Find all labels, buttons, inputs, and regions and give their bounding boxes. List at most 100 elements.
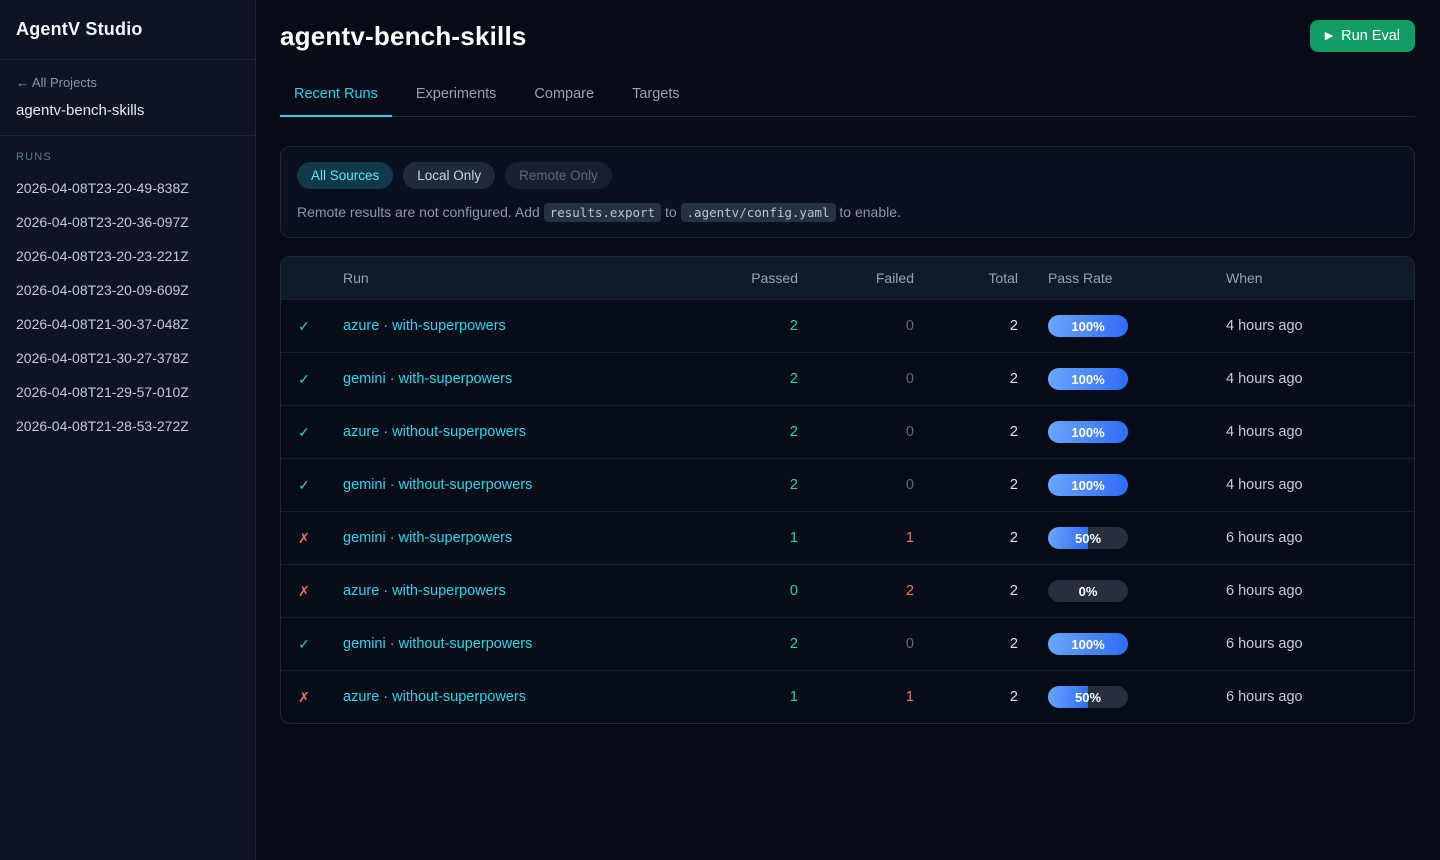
row-status-icon: ✓ (298, 318, 310, 334)
runs-section-label: RUNS (16, 151, 239, 163)
row-status-icon: ✗ (298, 530, 310, 546)
sidebar-header: AgentV Studio (0, 0, 255, 60)
total-value: 2 (1010, 424, 1018, 440)
sidebar-item-run[interactable]: 2026-04-08T23-20-09-609Z (16, 273, 239, 307)
when-cell: 4 hours ago (1206, 459, 1414, 512)
filter-pill-local-only[interactable]: Local Only (403, 162, 495, 189)
column-header-status (281, 257, 327, 300)
when-value: 4 hours ago (1226, 318, 1303, 334)
status-cell: ✗ (281, 565, 327, 618)
pass-rate-label: 100% (1071, 478, 1104, 493)
sidebar-item-run[interactable]: 2026-04-08T21-30-37-048Z (16, 307, 239, 341)
run-item-label: 2026-04-08T21-29-57-010Z (16, 384, 189, 400)
total-cell: 2 (914, 512, 1018, 565)
filter-pill-remote-only[interactable]: Remote Only (505, 162, 612, 189)
pass-rate-pill: 0% (1048, 580, 1128, 602)
passed-cell: 2 (706, 618, 798, 671)
run-link[interactable]: azure · with-superpowers (343, 318, 506, 334)
when-cell: 4 hours ago (1206, 406, 1414, 459)
total-value: 2 (1010, 689, 1018, 705)
config-yaml-code: .agentv/config.yaml (681, 203, 836, 222)
total-cell: 2 (914, 618, 1018, 671)
table-row: ✗ gemini · with-superpowers 1 1 2 50% 6 … (281, 512, 1414, 565)
tab-compare[interactable]: Compare (520, 76, 608, 116)
sidebar-item-run[interactable]: 2026-04-08T21-30-27-378Z (16, 341, 239, 375)
note-suffix: to enable. (836, 204, 901, 220)
passed-cell: 0 (706, 565, 798, 618)
results-export-code: results.export (544, 203, 661, 222)
status-cell: ✗ (281, 512, 327, 565)
tab-experiments[interactable]: Experiments (402, 76, 511, 116)
when-value: 6 hours ago (1226, 689, 1303, 705)
sidebar-project-section: ← All Projects agentv-bench-skills (0, 60, 255, 136)
run-link[interactable]: azure · without-superpowers (343, 689, 526, 705)
failed-cell: 1 (798, 671, 914, 724)
row-status-icon: ✓ (298, 424, 310, 440)
pass-rate-label: 100% (1071, 425, 1104, 440)
column-header-total: Total (914, 257, 1018, 300)
total-cell: 2 (914, 353, 1018, 406)
status-cell: ✓ (281, 353, 327, 406)
failed-value: 1 (906, 530, 914, 546)
passed-cell: 1 (706, 671, 798, 724)
note-prefix: Remote results are not configured. Add (297, 204, 544, 220)
pass-rate-pill: 50% (1048, 686, 1128, 708)
sidebar-item-run[interactable]: 2026-04-08T21-29-57-010Z (16, 375, 239, 409)
run-cell: azure · with-superpowers (327, 300, 706, 353)
when-cell: 6 hours ago (1206, 512, 1414, 565)
run-link[interactable]: gemini · without-superpowers (343, 477, 532, 493)
main-header: agentv-bench-skills ▶ Run Eval (280, 20, 1415, 52)
run-link[interactable]: gemini · without-superpowers (343, 636, 532, 652)
sidebar-item-run[interactable]: 2026-04-08T21-28-53-272Z (16, 409, 239, 443)
run-link[interactable]: azure · with-superpowers (343, 583, 506, 599)
status-cell: ✓ (281, 300, 327, 353)
all-projects-link[interactable]: ← All Projects (16, 75, 97, 90)
failed-value: 0 (906, 636, 914, 652)
app-title: AgentV Studio (16, 19, 239, 40)
table-row: ✗ azure · without-superpowers 1 1 2 50% … (281, 671, 1414, 724)
pass-rate-cell: 100% (1018, 406, 1206, 459)
when-cell: 4 hours ago (1206, 300, 1414, 353)
pass-rate-pill: 100% (1048, 421, 1128, 443)
sidebar-item-run[interactable]: 2026-04-08T23-20-23-221Z (16, 239, 239, 273)
total-cell: 2 (914, 565, 1018, 618)
passed-cell: 2 (706, 300, 798, 353)
total-value: 2 (1010, 583, 1018, 599)
sidebar-item-run[interactable]: 2026-04-08T23-20-36-097Z (16, 205, 239, 239)
total-value: 2 (1010, 318, 1018, 334)
header-row: Run Passed Failed Total Pass Rate When (281, 257, 1414, 300)
status-cell: ✓ (281, 459, 327, 512)
column-header-run: Run (327, 257, 706, 300)
run-eval-label: Run Eval (1341, 28, 1400, 44)
passed-value: 2 (790, 477, 798, 493)
sidebar-item-run[interactable]: 2026-04-08T23-20-49-838Z (16, 171, 239, 205)
failed-value: 0 (906, 477, 914, 493)
run-item-label: 2026-04-08T23-20-49-838Z (16, 180, 189, 196)
source-filter-panel: All Sources Local Only Remote Only Remot… (280, 146, 1415, 238)
run-link[interactable]: azure · without-superpowers (343, 424, 526, 440)
pass-rate-cell: 100% (1018, 618, 1206, 671)
failed-cell: 0 (798, 459, 914, 512)
failed-value: 1 (906, 689, 914, 705)
tab-targets[interactable]: Targets (618, 76, 694, 116)
run-item-label: 2026-04-08T21-28-53-272Z (16, 418, 189, 434)
pass-rate-cell: 0% (1018, 565, 1206, 618)
run-eval-button[interactable]: ▶ Run Eval (1310, 20, 1415, 52)
run-link[interactable]: gemini · with-superpowers (343, 371, 512, 387)
filter-pill-all-sources[interactable]: All Sources (297, 162, 393, 189)
total-cell: 2 (914, 671, 1018, 724)
failed-cell: 0 (798, 300, 914, 353)
pass-rate-cell: 100% (1018, 353, 1206, 406)
run-cell: gemini · without-superpowers (327, 618, 706, 671)
passed-value: 0 (790, 583, 798, 599)
row-status-icon: ✓ (298, 477, 310, 493)
runs-table-container: Run Passed Failed Total Pass Rate When ✓… (280, 256, 1415, 724)
sidebar-project-name: agentv-bench-skills (16, 102, 239, 119)
failed-cell: 2 (798, 565, 914, 618)
run-link[interactable]: gemini · with-superpowers (343, 530, 512, 546)
passed-cell: 2 (706, 459, 798, 512)
passed-cell: 2 (706, 353, 798, 406)
pass-rate-label: 0% (1079, 584, 1098, 599)
tab-recent-runs[interactable]: Recent Runs (280, 76, 392, 117)
sidebar: AgentV Studio ← All Projects agentv-benc… (0, 0, 256, 860)
